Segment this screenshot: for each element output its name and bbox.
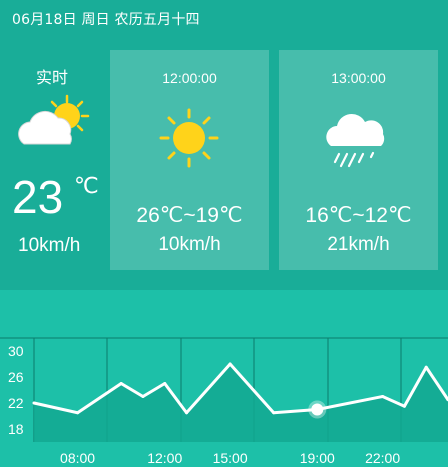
forecast-time: 13:00:00: [331, 70, 386, 86]
current-label: 实时: [36, 68, 69, 87]
forecast-card-13[interactable]: 13:00:00 16℃~12℃ 21km/h: [279, 50, 438, 270]
data-point: [272, 411, 276, 415]
forecast-range: 16℃~12℃: [305, 204, 412, 227]
y-tick-label: 18: [8, 421, 24, 437]
data-point: [424, 365, 428, 369]
temperature-unit: ℃: [74, 174, 99, 199]
temperature-chart-svg: 18 22 26 30 08:00 12:00 15:00 19:00 22:00: [0, 337, 448, 466]
x-tick-label: 15:00: [213, 450, 248, 466]
forecast-wind: 21km/h: [327, 234, 390, 255]
highlight-point: [311, 403, 324, 416]
data-point: [402, 404, 406, 408]
forecast-wind: 10km/h: [158, 234, 221, 255]
sun-icon: [154, 108, 224, 174]
data-point: [381, 395, 385, 398]
current-wind: 10km/h: [18, 235, 81, 256]
current-temperature: 23: [12, 171, 64, 223]
x-tick-label: 19:00: [300, 450, 335, 466]
current-weather: 实时 23 ℃ 10km/h: [0, 50, 108, 270]
rain-cloud-icon: [323, 108, 395, 178]
x-tick-label: 22:00: [365, 450, 400, 466]
forecast-range: 26℃~19℃: [136, 204, 243, 227]
x-tick-label: 08:00: [60, 450, 95, 466]
data-point: [76, 411, 80, 415]
temperature-chart: 18 22 26 30 08:00 12:00 15:00 19:00 22:00: [0, 290, 448, 467]
data-point: [119, 382, 123, 385]
data-point: [163, 382, 167, 385]
partly-cloudy-icon: [12, 94, 96, 158]
forecast-time: 12:00:00: [162, 70, 217, 86]
data-point: [185, 411, 189, 415]
x-tick-label: 12:00: [147, 450, 182, 466]
data-point: [32, 401, 36, 405]
y-tick-label: 30: [8, 343, 24, 359]
data-point: [141, 395, 145, 398]
data-point: [228, 362, 232, 366]
forecast-card-12[interactable]: 12:00:00 26℃~19℃ 10km/h: [110, 50, 269, 270]
date-header: 06月18日 周日 农历五月十四: [12, 12, 200, 28]
y-tick-label: 22: [8, 395, 24, 411]
y-tick-label: 26: [8, 369, 24, 385]
